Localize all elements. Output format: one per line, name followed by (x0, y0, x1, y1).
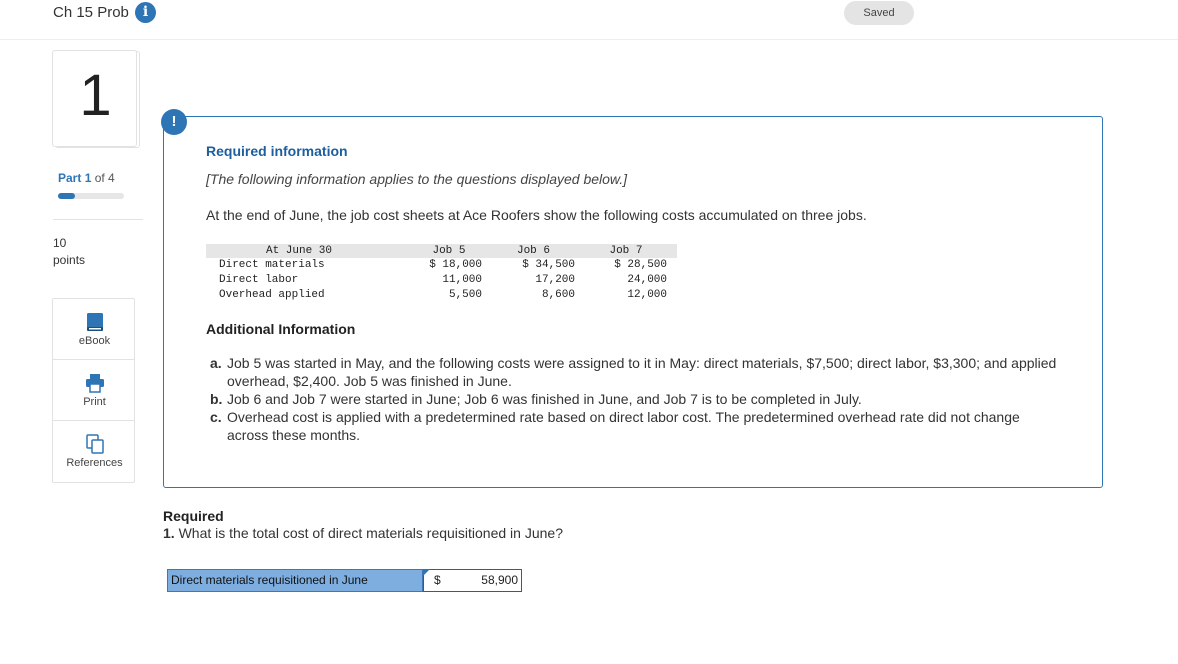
list-item: b. Job 6 and Job 7 were started in June;… (210, 391, 862, 407)
printer-icon (86, 374, 104, 393)
question-number: 1 (79, 63, 112, 128)
required-information-panel: Required information [The following info… (163, 116, 1103, 488)
part-progress-fill (58, 193, 75, 199)
question-number-card[interactable]: 1 (52, 50, 140, 148)
ebook-button[interactable]: eBook (53, 299, 134, 360)
table-row: Direct materials $ 18,000 $ 34,500 $ 28,… (219, 259, 667, 271)
alert-icon: ! (161, 109, 187, 135)
part-progress-bar (58, 193, 124, 199)
required-heading: Required (163, 508, 224, 524)
job-cost-table: At June 30 Job 5 Job 6 Job 7 Direct mate… (206, 244, 677, 303)
additional-information-heading: Additional Information (206, 321, 356, 337)
saved-status-badge: Saved (844, 1, 914, 25)
question-text: 1. What is the total cost of direct mate… (163, 525, 563, 541)
answer-input[interactable]: $ 58,900 (423, 569, 522, 592)
top-bar: Ch 15 Prob i Saved (0, 0, 1178, 40)
part-indicator: Part 1 of 4 (58, 171, 115, 185)
sidebar-divider (53, 219, 143, 220)
assignment-title: Ch 15 Prob (53, 4, 129, 21)
information-intro: At the end of June, the job cost sheets … (206, 207, 867, 223)
currency-symbol: $ (434, 573, 441, 587)
table-row: Overhead applied 5,500 8,600 12,000 (219, 289, 667, 301)
resource-tools: eBook Print References (52, 298, 135, 483)
required-information-heading: Required information (206, 143, 348, 159)
info-icon[interactable]: i (135, 2, 156, 23)
print-button[interactable]: Print (53, 360, 134, 421)
points-value: 10 points (53, 236, 86, 267)
references-button[interactable]: References (53, 421, 134, 482)
answer-value[interactable]: 58,900 (481, 570, 518, 591)
table-header-row: At June 30 Job 5 Job 6 Job 7 (206, 244, 677, 258)
answer-label: Direct materials requisitioned in June (167, 569, 423, 592)
table-row: Direct labor 11,000 17,200 24,000 (219, 274, 667, 286)
input-flag-icon (423, 569, 430, 576)
book-icon (87, 313, 103, 331)
answer-row: Direct materials requisitioned in June $… (167, 569, 522, 592)
information-note: [The following information applies to th… (206, 171, 628, 187)
copy-icon (86, 434, 104, 454)
list-item: a. Job 5 was started in May, and the fol… (210, 355, 1057, 389)
additional-information-list: a. Job 5 was started in May, and the fol… (210, 354, 1060, 444)
list-item: c. Overhead cost is applied with a prede… (210, 409, 1020, 443)
